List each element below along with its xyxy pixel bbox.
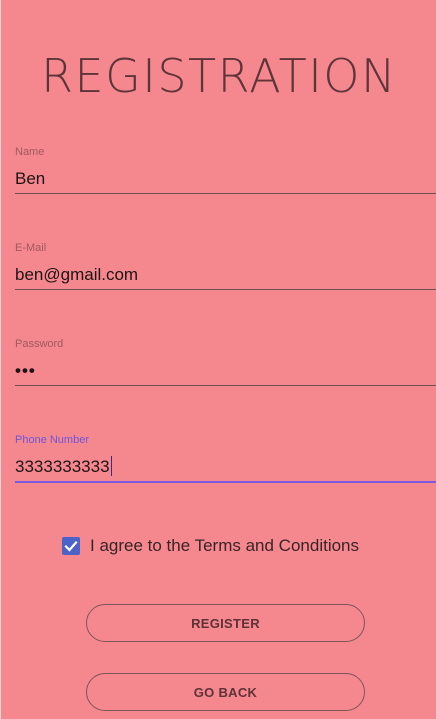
- terms-checkbox[interactable]: [62, 537, 80, 555]
- terms-row[interactable]: I agree to the Terms and Conditions: [62, 535, 359, 557]
- page-title: REGISTRATION: [41, 49, 397, 103]
- password-field[interactable]: Password •••: [15, 338, 436, 398]
- name-underline: [15, 193, 436, 194]
- phone-underline: [15, 481, 436, 483]
- name-field[interactable]: Name Ben: [15, 146, 436, 206]
- password-input[interactable]: •••: [15, 360, 36, 382]
- phone-field[interactable]: Phone Number 3333333333: [15, 434, 436, 494]
- register-button[interactable]: REGISTER: [86, 604, 365, 642]
- text-caret: [110, 456, 112, 476]
- name-input[interactable]: Ben: [15, 168, 45, 190]
- check-icon: [64, 540, 78, 552]
- go-back-button[interactable]: GO BACK: [86, 673, 365, 711]
- password-label: Password: [15, 338, 64, 350]
- name-label: Name: [15, 146, 45, 158]
- email-input[interactable]: ben@gmail.com: [15, 264, 138, 286]
- terms-label[interactable]: I agree to the Terms and Conditions: [90, 536, 359, 556]
- phone-input[interactable]: 3333333333: [15, 457, 110, 476]
- email-underline: [15, 289, 436, 290]
- password-underline: [15, 385, 436, 386]
- registration-screen: REGISTRATION Name Ben E-Mail ben@gmail.c…: [0, 0, 436, 719]
- phone-label: Phone Number: [15, 434, 89, 446]
- phone-input-wrap[interactable]: 3333333333: [15, 456, 112, 478]
- email-field[interactable]: E-Mail ben@gmail.com: [15, 242, 436, 302]
- email-label: E-Mail: [15, 242, 47, 254]
